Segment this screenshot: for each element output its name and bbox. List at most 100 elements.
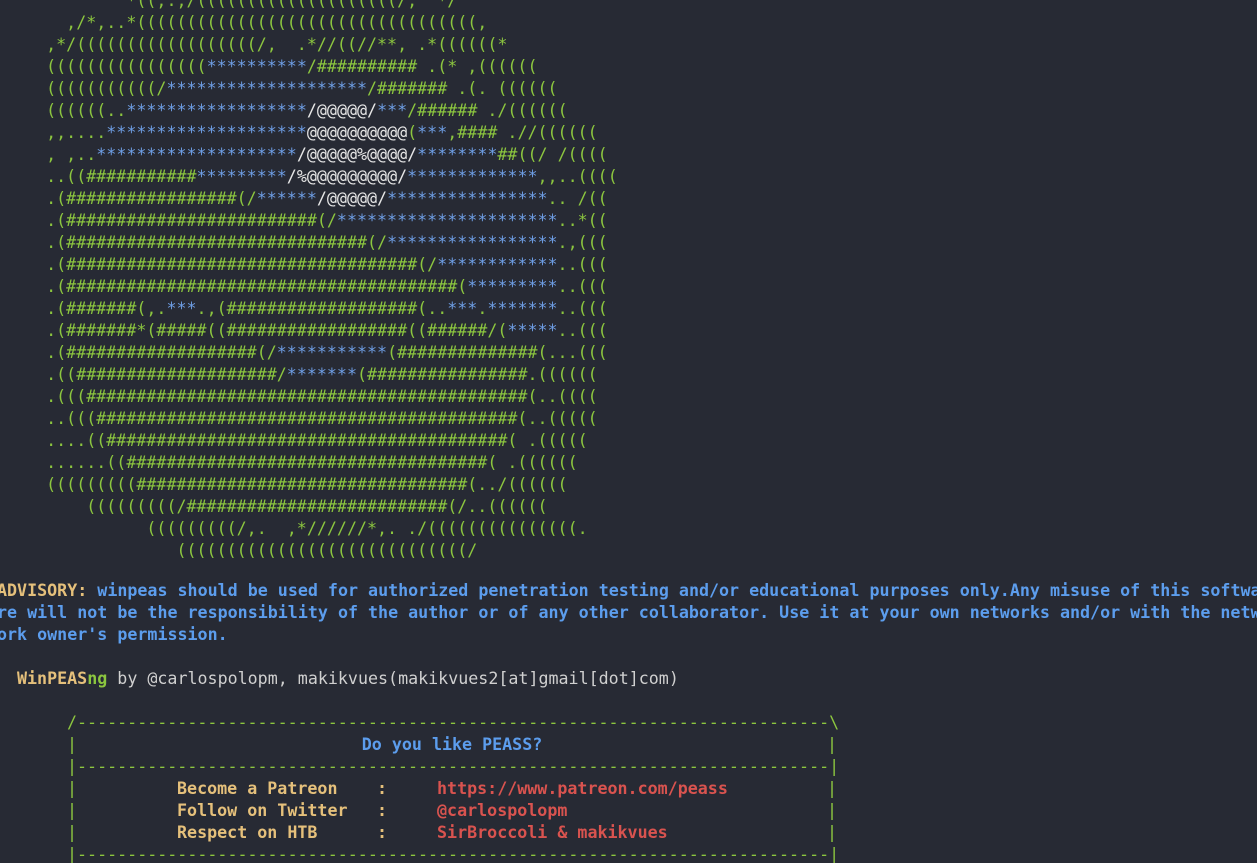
ascii-segment: ***************** bbox=[387, 233, 558, 252]
ascii-segment: (##############(...((( bbox=[387, 343, 608, 362]
ascii-segment: .,(###################(.. bbox=[196, 299, 448, 318]
ascii-line: .(######################################… bbox=[6, 276, 608, 298]
ascii-segment: / bbox=[367, 101, 378, 120]
htb-label: Respect on HTB bbox=[177, 823, 318, 842]
ascii-segment: ,/*,..*(((((((((((((((((((((((((((((((((… bbox=[6, 13, 488, 32]
advisory-label: ADVISORY: bbox=[0, 581, 88, 600]
box-bottom-border: |---------------------------------------… bbox=[67, 845, 840, 863]
ascii-segment: .,((( bbox=[557, 233, 608, 252]
credits-line: WinPEASng by @carlospolopm, makikvues(ma… bbox=[17, 668, 679, 690]
box-top-border: /---------------------------------------… bbox=[67, 713, 840, 732]
ascii-segment: .(###################################(/ bbox=[6, 255, 438, 274]
winpeas-suffix: ng bbox=[87, 669, 108, 688]
ascii-line: ....((##################################… bbox=[6, 430, 588, 452]
ascii-segment: .(##############################(/ bbox=[6, 233, 388, 252]
ascii-line: ((((((((((((((((**********/########## .(… bbox=[6, 56, 537, 78]
twitter-label: Follow on Twitter bbox=[177, 801, 348, 820]
ascii-segment: *** bbox=[377, 101, 408, 120]
ascii-line: (((((((((/##########################(/..… bbox=[6, 496, 548, 518]
ascii-segment: ******************** bbox=[96, 145, 297, 164]
ascii-line: ..(((###################################… bbox=[6, 408, 598, 430]
ascii-segment: /@@@@@%@@@@/ bbox=[296, 145, 418, 164]
ascii-segment: ,,.... bbox=[6, 123, 107, 142]
ascii-segment: /###### ./(((((( bbox=[407, 101, 568, 120]
ascii-line: .(#######*(#####((##################((##… bbox=[6, 320, 608, 342]
terminal-window[interactable]: *((,.,/((((((((((((((((((((/, */ ,/*,..*… bbox=[0, 0, 1257, 863]
ascii-segment: ***** bbox=[507, 321, 558, 340]
ascii-segment: ******************** bbox=[106, 123, 307, 142]
ascii-line: ,/*,..*(((((((((((((((((((((((((((((((((… bbox=[6, 12, 487, 34]
ascii-segment: ,*/((((((((((((((((((/, .*//((//**, .*((… bbox=[6, 35, 508, 54]
patreon-link[interactable]: https://www.patreon.com/peass bbox=[437, 778, 827, 800]
ascii-segment: @@@@@ bbox=[316, 101, 368, 120]
ascii-segment: ..((########### bbox=[6, 167, 197, 186]
ascii-line: .((####################/*******(########… bbox=[6, 364, 598, 386]
box-title-row: | Do you like PEASS? | bbox=[67, 735, 838, 754]
box-row-patreon: | Become a Patreon: https://www.patreon.co… bbox=[67, 778, 838, 800]
ascii-segment: ******************** bbox=[166, 79, 368, 98]
ascii-segment: .(((####################################… bbox=[6, 387, 598, 406]
ascii-line: .(#######(,.***.,(###################(..… bbox=[6, 298, 608, 320]
advisory-line-3: ork owner's permission. bbox=[0, 624, 228, 646]
ascii-line: .(###################################(/*… bbox=[6, 254, 608, 276]
ascii-segment: *** bbox=[447, 299, 478, 318]
ascii-line: *((,.,/((((((((((((((((((((/, */ bbox=[6, 0, 457, 12]
ascii-line: ......((################################… bbox=[6, 452, 578, 474]
box-title: Do you like PEASS? bbox=[361, 735, 543, 754]
ascii-segment: (((((((((((/ bbox=[6, 79, 167, 98]
advisory-line-1: ADVISORY: winpeas should be used for aut… bbox=[0, 580, 1257, 602]
ascii-segment: @@@@@@@@@@ bbox=[306, 123, 408, 142]
patreon-colon: : bbox=[377, 779, 388, 798]
box-row-htb: | Respect on HTB: SirBroccoli & makikvues | bbox=[67, 823, 838, 842]
ascii-segment: ************ bbox=[437, 255, 558, 274]
ascii-segment: *********** bbox=[276, 343, 388, 362]
ascii-segment: ****** bbox=[256, 189, 317, 208]
ascii-line: (((((((((((/********************/#######… bbox=[6, 78, 558, 100]
ascii-segment: .(#################(/ bbox=[6, 189, 257, 208]
ascii-segment: ************* bbox=[407, 167, 538, 186]
ascii-segment: ..((( bbox=[557, 255, 608, 274]
ascii-segment: ....((##################################… bbox=[6, 431, 588, 450]
ascii-segment: **************** bbox=[387, 189, 548, 208]
ascii-segment: (((((((((((((((((((((((((((((/ bbox=[6, 541, 478, 560]
ascii-line: ((((((..******************/@@@@@/***/###… bbox=[6, 100, 568, 122]
ascii-segment: .(###################(/ bbox=[6, 343, 277, 362]
ascii-segment: ( bbox=[407, 123, 418, 142]
ascii-segment: ****************** bbox=[126, 101, 307, 120]
ascii-segment: (################.(((((( bbox=[357, 365, 598, 384]
ascii-segment: ********** bbox=[206, 57, 307, 76]
htb-colon: : bbox=[377, 823, 388, 842]
ascii-segment: /####### .(. (((((( bbox=[367, 79, 558, 98]
ascii-line: .(###################(/***********(#####… bbox=[6, 342, 608, 364]
ascii-segment: ((((((.. bbox=[6, 101, 127, 120]
ascii-segment: (((((((((/,. ,*//////*,. ./(((((((((((((… bbox=[6, 519, 588, 538]
htb-value: SirBroccoli & makikvues bbox=[437, 823, 668, 842]
ascii-line: .(#########################(/***********… bbox=[6, 210, 608, 232]
box-separator: |---------------------------------------… bbox=[67, 757, 840, 776]
ascii-segment: .(######################################… bbox=[6, 277, 468, 296]
ascii-segment: .(#########################(/ bbox=[6, 211, 337, 230]
ascii-segment: ********* bbox=[196, 167, 287, 186]
ascii-segment: (((((((((/##########################(/..… bbox=[6, 497, 548, 516]
twitter-colon: : bbox=[377, 801, 388, 820]
ascii-line: (((((((((((((((((((((((((((((/ bbox=[6, 540, 477, 562]
ascii-segment: ********************** bbox=[336, 211, 558, 230]
ascii-segment: *((,.,/((((((((((((((((((((/, */ bbox=[6, 0, 458, 10]
ascii-segment: ......((################################… bbox=[6, 453, 578, 472]
ascii-segment: ,,..(((( bbox=[537, 167, 618, 186]
ascii-segment: (((((((((###############################… bbox=[6, 475, 568, 494]
ascii-line: .(#################(/******/@@@@@/******… bbox=[6, 188, 608, 210]
ascii-line: ..((###########*********/%@@@@@@@@@/****… bbox=[6, 166, 618, 188]
ascii-line: ,,....********************@@@@@@@@@@(***… bbox=[6, 122, 598, 144]
advisory-line-2: re will not be the responsibility of the… bbox=[0, 602, 1257, 624]
ascii-segment: ..((( bbox=[557, 277, 608, 296]
ascii-segment: ..(((###################################… bbox=[6, 409, 598, 428]
ascii-segment: , ,.. bbox=[6, 145, 97, 164]
ascii-segment: ##((/ /(((( bbox=[497, 145, 608, 164]
twitter-handle[interactable]: @carlospolopm bbox=[437, 800, 827, 822]
advisory-text-3: ork owner's permission. bbox=[0, 625, 228, 644]
ascii-line: .(##############################(/******… bbox=[6, 232, 608, 254]
ascii-segment: ********* bbox=[467, 277, 558, 296]
ascii-segment: /%@@@@@@@@@/ bbox=[286, 167, 408, 186]
ascii-line: , ,..********************/@@@@@%@@@@/***… bbox=[6, 144, 608, 166]
